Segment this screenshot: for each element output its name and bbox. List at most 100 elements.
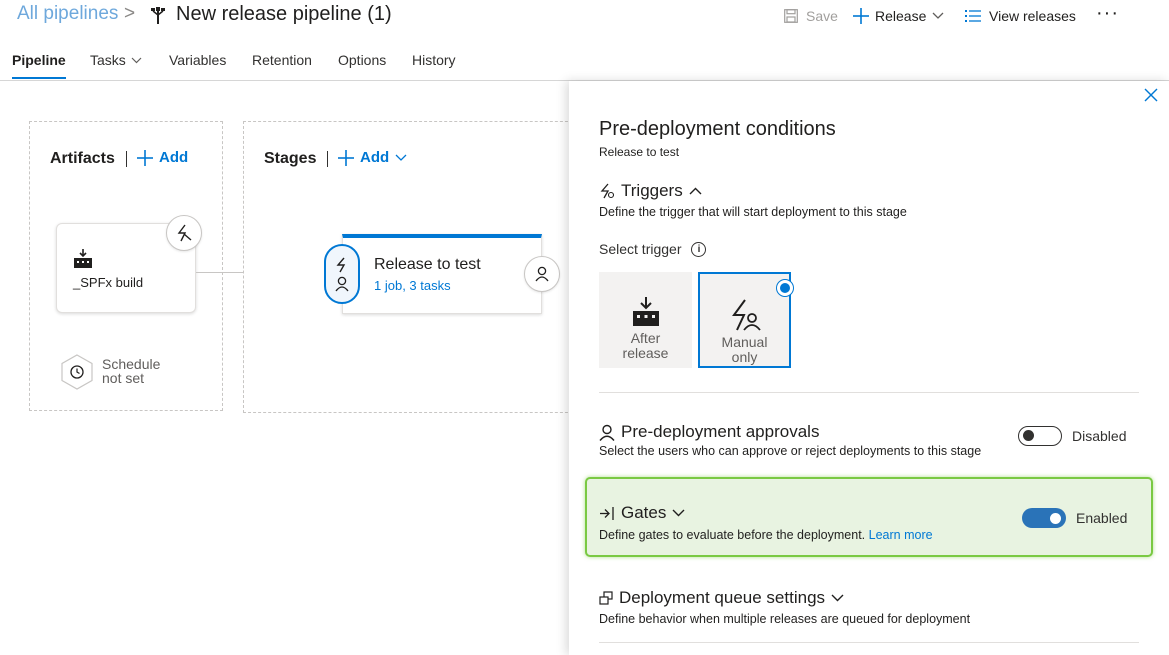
stage-summary-link[interactable]: 1 job, 3 tasks bbox=[374, 278, 451, 293]
plus-icon bbox=[338, 149, 354, 166]
deployment-queue-title: Deployment queue settings bbox=[619, 588, 826, 607]
radio-dot bbox=[780, 283, 790, 293]
trigger-option-line2: release bbox=[622, 345, 669, 361]
triggers-header[interactable]: Triggers bbox=[599, 181, 702, 201]
breadcrumb-all-pipelines[interactable]: All pipelines bbox=[17, 3, 118, 25]
pre-deployment-conditions-button[interactable] bbox=[324, 244, 360, 304]
view-releases-label: View releases bbox=[989, 8, 1076, 24]
stages-title: Stages bbox=[264, 150, 317, 167]
add-label: Add bbox=[159, 149, 189, 166]
section-divider bbox=[599, 392, 1139, 393]
artifact-name: _SPFx build bbox=[73, 275, 144, 290]
stage-name: Release to test bbox=[374, 256, 481, 273]
manual-trigger-icon bbox=[731, 299, 761, 331]
chevron-up-icon bbox=[689, 187, 702, 195]
chevron-down-icon bbox=[831, 594, 844, 602]
tab-label: Tasks bbox=[90, 52, 126, 68]
chevron-down-icon bbox=[932, 12, 944, 19]
plus-icon bbox=[853, 8, 869, 24]
chevron-down-icon bbox=[672, 509, 685, 517]
approvals-description: Select the users who can approve or reje… bbox=[599, 444, 982, 458]
factory-icon bbox=[74, 249, 92, 268]
person-icon bbox=[535, 266, 549, 282]
trigger-option-after-release[interactable]: After release bbox=[599, 272, 692, 368]
title-divider bbox=[327, 151, 328, 167]
gates-state: Enabled bbox=[1076, 510, 1128, 526]
tab-label: Retention bbox=[252, 52, 312, 68]
schedule-line2: not set bbox=[102, 370, 145, 386]
trigger-icon bbox=[600, 183, 615, 199]
save-button[interactable]: Save bbox=[784, 8, 838, 24]
selected-radio[interactable] bbox=[776, 279, 794, 297]
chevron-down-icon bbox=[131, 57, 142, 63]
learn-more-link[interactable]: Learn more bbox=[869, 528, 933, 542]
gates-title: Gates bbox=[621, 503, 667, 522]
select-trigger-label: Select trigger i bbox=[599, 241, 707, 257]
more-options-button[interactable]: ··· bbox=[1096, 2, 1119, 25]
continuous-deployment-trigger-button[interactable] bbox=[166, 215, 202, 251]
tab-pipeline[interactable]: Pipeline bbox=[12, 52, 66, 68]
gates-toggle[interactable] bbox=[1022, 508, 1066, 528]
active-tab-indicator bbox=[12, 77, 66, 79]
pipeline-connector bbox=[196, 272, 243, 273]
stage-card[interactable]: Release to test 1 job, 3 tasks bbox=[342, 234, 542, 314]
trigger-option-line1: Manual bbox=[721, 334, 768, 350]
approvals-toggle[interactable] bbox=[1018, 426, 1062, 446]
pipeline-icon bbox=[151, 7, 165, 24]
tab-options[interactable]: Options bbox=[338, 52, 386, 68]
add-stage-button[interactable]: Add bbox=[338, 149, 407, 166]
tab-history[interactable]: History bbox=[412, 52, 456, 68]
lightning-icon bbox=[177, 224, 192, 242]
save-icon bbox=[784, 9, 798, 23]
title-divider bbox=[126, 151, 127, 167]
close-icon[interactable] bbox=[1143, 87, 1159, 103]
tab-retention[interactable]: Retention bbox=[252, 52, 312, 68]
artifacts-title: Artifacts bbox=[50, 150, 115, 167]
tab-variables[interactable]: Variables bbox=[169, 52, 226, 68]
tab-label: Pipeline bbox=[12, 52, 66, 68]
schedule-icon[interactable] bbox=[60, 354, 94, 390]
save-label: Save bbox=[806, 8, 838, 24]
breadcrumb-separator: > bbox=[124, 3, 136, 24]
trigger-option-line2: only bbox=[731, 349, 758, 365]
gate-icon bbox=[600, 506, 614, 520]
tab-label: Variables bbox=[169, 52, 227, 68]
post-deployment-conditions-button[interactable] bbox=[524, 256, 560, 292]
deployment-queue-header[interactable]: Deployment queue settings bbox=[599, 588, 844, 608]
person-icon bbox=[335, 276, 349, 291]
select-trigger-text: Select trigger bbox=[599, 241, 682, 257]
person-icon bbox=[599, 424, 615, 441]
page-title: New release pipeline (1) bbox=[176, 3, 392, 25]
panel-subtitle: Release to test bbox=[599, 145, 680, 159]
tab-tasks[interactable]: Tasks bbox=[90, 52, 142, 68]
view-releases-button[interactable]: View releases bbox=[965, 8, 1076, 24]
tab-label: Options bbox=[338, 52, 387, 68]
approvals-header: Pre-deployment approvals bbox=[599, 422, 819, 442]
trigger-option-line1: After bbox=[630, 330, 661, 346]
release-label: Release bbox=[875, 8, 927, 24]
toggle-knob bbox=[1023, 430, 1034, 441]
trigger-option-label: After release bbox=[606, 331, 686, 361]
triggers-title: Triggers bbox=[621, 181, 683, 200]
deployment-queue-description: Define behavior when multiple releases a… bbox=[599, 612, 971, 626]
pre-deployment-conditions-panel: Pre-deployment conditions Release to tes… bbox=[569, 81, 1169, 655]
approvals-state: Disabled bbox=[1072, 428, 1127, 444]
approvals-title: Pre-deployment approvals bbox=[621, 422, 820, 441]
triggers-description: Define the trigger that will start deplo… bbox=[599, 205, 907, 219]
section-divider bbox=[599, 642, 1139, 643]
add-artifact-button[interactable]: Add bbox=[137, 149, 188, 166]
trigger-option-label: Manual only bbox=[705, 335, 785, 365]
top-bar: All pipelines > New release pipeline (1)… bbox=[0, 0, 1169, 36]
factory-icon bbox=[632, 297, 659, 326]
schedule-status[interactable]: Schedule not set bbox=[102, 357, 160, 385]
list-icon bbox=[965, 10, 981, 22]
gates-description: Define gates to evaluate before the depl… bbox=[599, 528, 933, 542]
add-label: Add bbox=[360, 149, 390, 166]
panel-title: Pre-deployment conditions bbox=[599, 118, 836, 140]
info-icon[interactable]: i bbox=[691, 241, 707, 257]
gates-header[interactable]: Gates bbox=[599, 503, 685, 523]
trigger-option-manual-only[interactable]: Manual only bbox=[698, 272, 794, 368]
toggle-knob bbox=[1050, 513, 1061, 524]
schedule-line1: Schedule bbox=[102, 356, 161, 372]
release-button[interactable]: Release bbox=[853, 8, 944, 24]
